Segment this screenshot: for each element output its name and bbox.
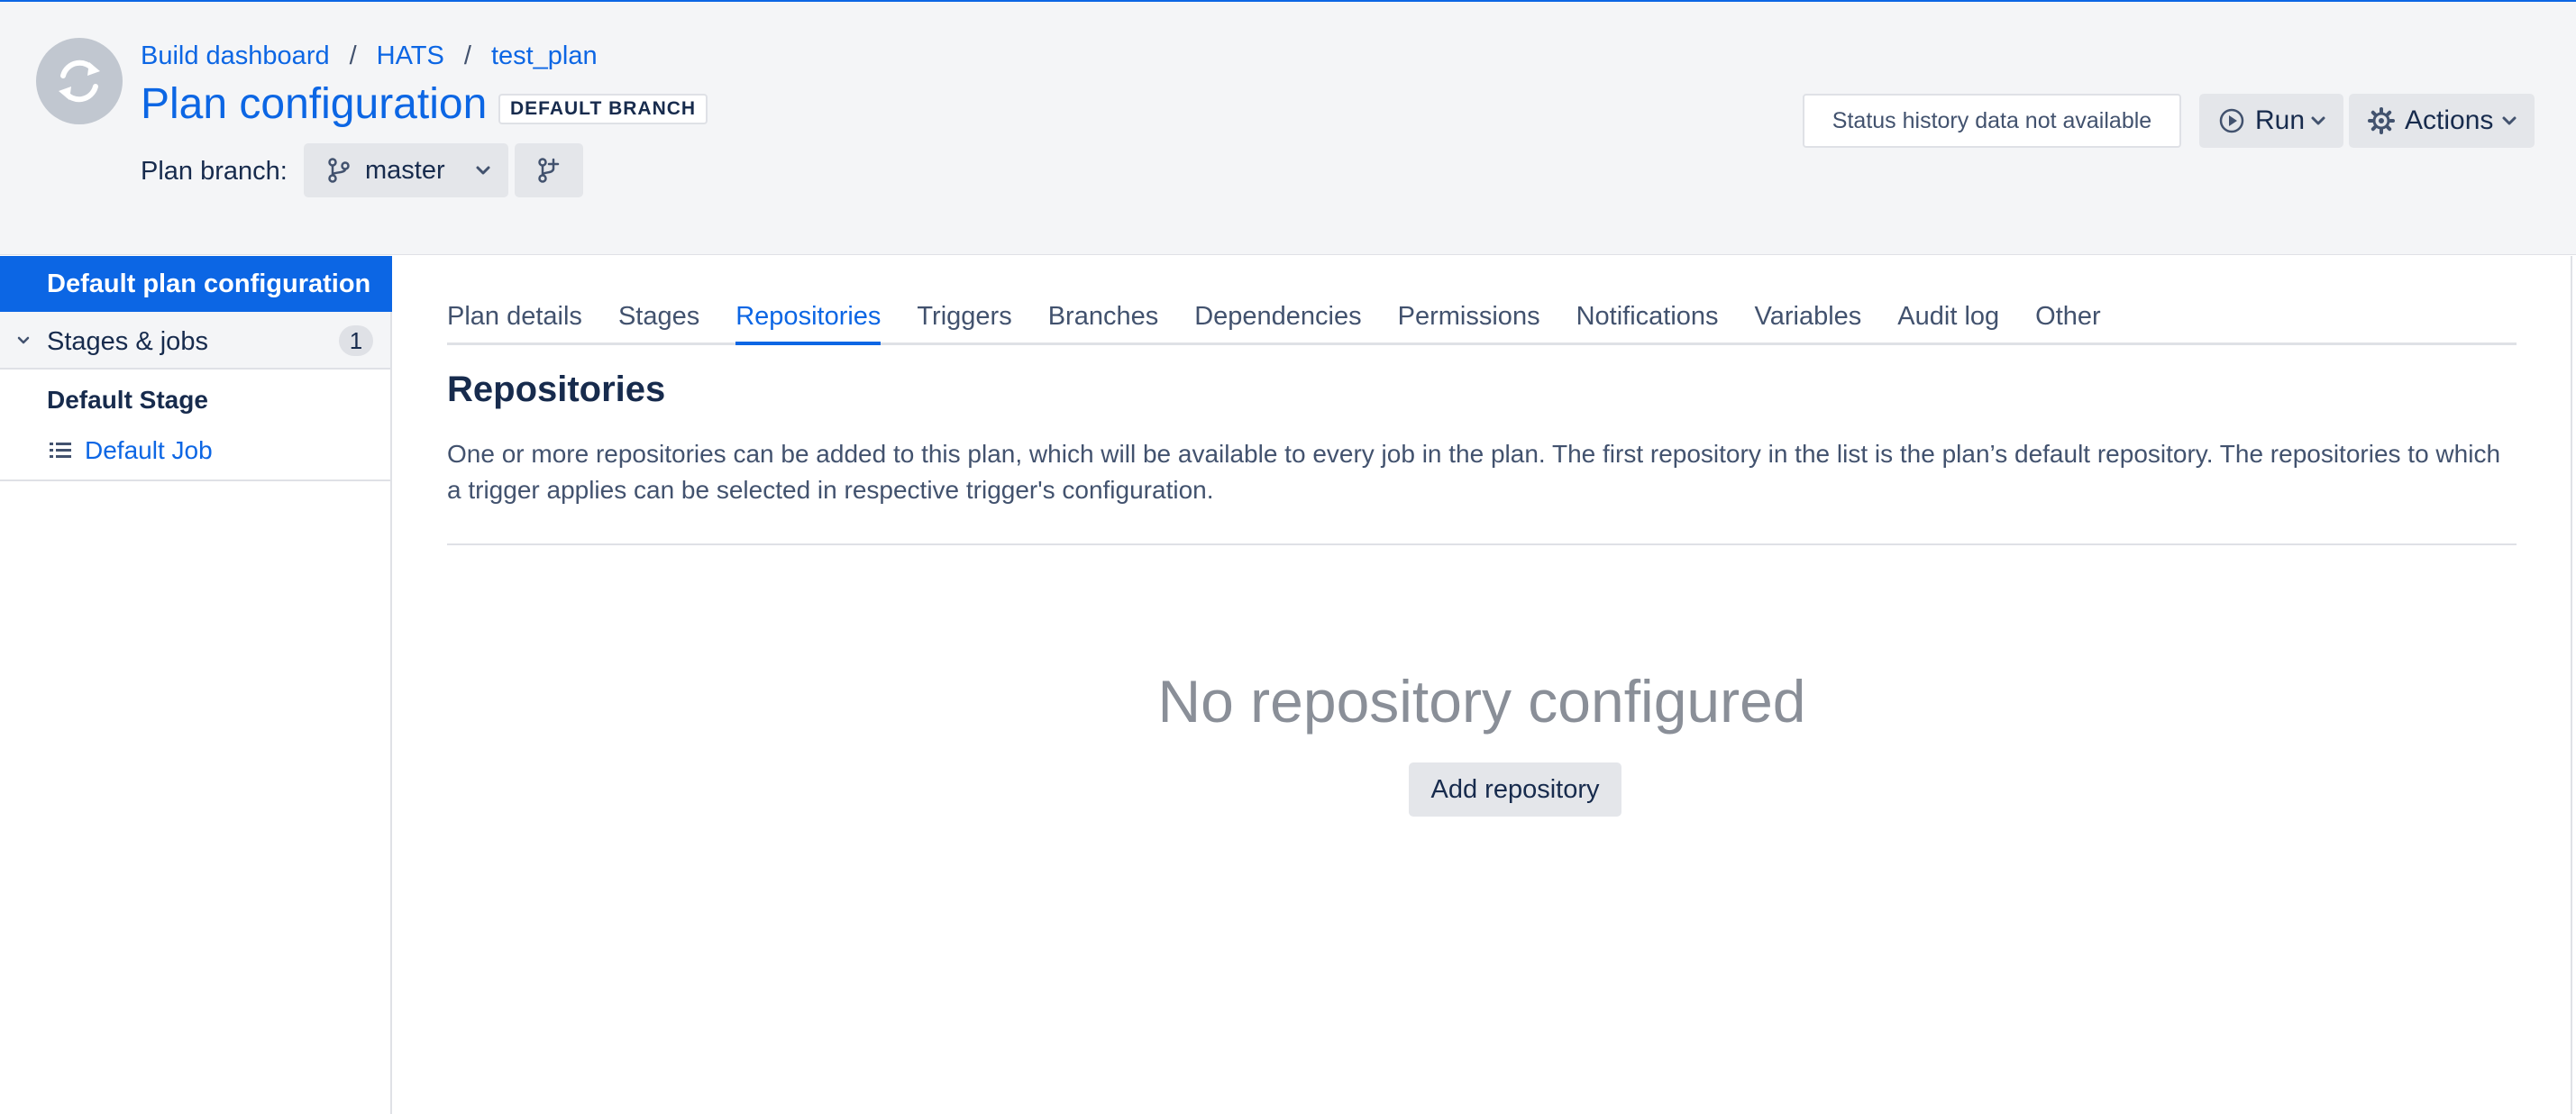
chevron-down-icon — [2502, 116, 2517, 125]
actions-button[interactable]: Actions — [2349, 94, 2535, 148]
actions-button-label: Actions — [2405, 105, 2494, 135]
plan-branch-select[interactable]: master — [304, 143, 508, 197]
tab-branches[interactable]: Branches — [1048, 302, 1159, 342]
right-border — [2571, 256, 2572, 1114]
sidebar-job-default[interactable]: Default Job — [47, 436, 213, 465]
list-icon — [50, 443, 71, 458]
sidebar: Default plan configuration Stages & jobs… — [0, 256, 403, 1114]
stages-count-badge: 1 — [339, 325, 373, 356]
default-branch-badge: DEFAULT BRANCH — [498, 94, 708, 124]
tab-triggers[interactable]: Triggers — [917, 302, 1011, 342]
sidebar-divider — [0, 479, 390, 481]
sidebar-item-label: Stages & jobs — [47, 327, 208, 356]
run-button-label: Run — [2255, 105, 2306, 135]
plan-branch-value: master — [365, 155, 445, 185]
chevron-down-icon — [17, 336, 30, 344]
create-branch-button[interactable] — [515, 143, 583, 197]
sidebar-item-stages-and-jobs[interactable]: Stages & jobs 1 — [0, 312, 390, 370]
git-branch-add-icon — [538, 158, 560, 183]
breadcrumb-separator: / — [349, 41, 357, 70]
section-description: One or more repositories can be added to… — [447, 440, 2501, 504]
sidebar-item-default-plan-configuration[interactable]: Default plan configuration — [0, 256, 403, 312]
status-history-notice: Status history data not available — [1803, 94, 2181, 148]
tab-audit-log[interactable]: Audit log — [1897, 302, 1999, 342]
tab-plan-details[interactable]: Plan details — [447, 302, 582, 342]
chevron-down-icon — [476, 166, 490, 175]
plan-avatar — [36, 38, 123, 124]
sidebar-item-label: Default plan configuration — [47, 269, 371, 298]
tab-variables[interactable]: Variables — [1755, 302, 1862, 342]
page-title: Plan configuration — [141, 80, 488, 128]
tab-permissions[interactable]: Permissions — [1398, 302, 1540, 342]
sidebar-stage-default[interactable]: Default Stage — [47, 386, 208, 415]
git-branch-icon — [328, 158, 350, 183]
page-header: Build dashboard / HATS / test_plan Plan … — [0, 2, 2576, 255]
empty-state-title: No repository configured — [1157, 668, 1806, 735]
play-circle-icon — [2219, 108, 2244, 133]
tab-stages[interactable]: Stages — [618, 302, 699, 342]
run-button[interactable]: Run — [2199, 94, 2343, 148]
config-tabs: Plan details Stages Repositories Trigger… — [447, 302, 2517, 345]
sidebar-job-label: Default Job — [85, 436, 213, 464]
breadcrumb-build-dashboard[interactable]: Build dashboard — [141, 41, 330, 71]
selected-indicator — [392, 273, 403, 295]
breadcrumb-project[interactable]: HATS — [377, 41, 444, 71]
chevron-down-icon — [2311, 116, 2325, 125]
tab-dependencies[interactable]: Dependencies — [1194, 302, 1361, 342]
breadcrumb-plan[interactable]: test_plan — [491, 41, 598, 71]
add-repository-button[interactable]: Add repository — [1409, 762, 1621, 817]
section-title: Repositories — [447, 370, 666, 409]
tab-other[interactable]: Other — [2035, 302, 2101, 342]
plan-branch-label: Plan branch: — [141, 157, 288, 186]
refresh-icon — [59, 59, 100, 103]
tab-notifications[interactable]: Notifications — [1576, 302, 1719, 342]
section-divider — [447, 543, 2517, 545]
gear-icon — [2368, 107, 2395, 134]
tab-repositories[interactable]: Repositories — [735, 302, 882, 345]
breadcrumb: Build dashboard / HATS / test_plan — [141, 41, 598, 71]
breadcrumb-separator: / — [463, 41, 471, 70]
